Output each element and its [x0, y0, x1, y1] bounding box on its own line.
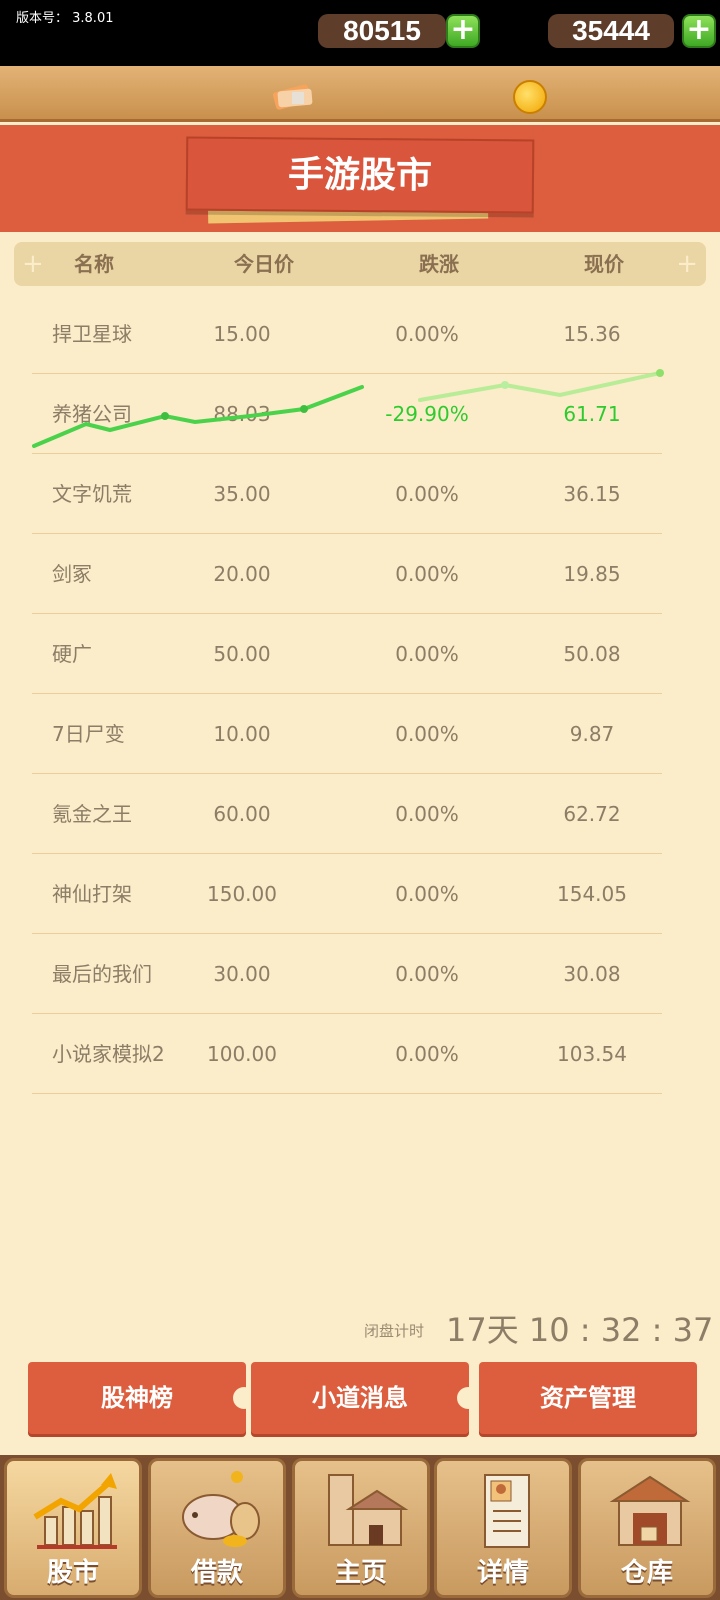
price-change: 0.00% [395, 722, 459, 746]
coin-icon [513, 80, 547, 114]
stock-name: 硬广 [52, 642, 92, 666]
stock-name: 剑冢 [52, 562, 92, 586]
home-icon [328, 1474, 409, 1546]
today-price: 100.00 [207, 1042, 277, 1066]
stock-name: 神仙打架 [52, 882, 132, 906]
current-price: 9.87 [569, 722, 615, 746]
warehouse-icon [609, 1475, 691, 1546]
nav-stock-label: 股市 [46, 1558, 99, 1588]
nav-warehouse[interactable]: 仓库 [578, 1458, 716, 1598]
column-header-change: 跌涨 [419, 252, 459, 276]
current-price: 154.05 [557, 882, 627, 906]
today-price: 10.00 [213, 722, 271, 746]
cash-icon [272, 84, 313, 110]
nav-details-label: 详情 [476, 1558, 529, 1588]
current-price: 62.72 [563, 802, 621, 826]
asset-management-button[interactable]: 资产管理 [479, 1362, 697, 1434]
today-price: 50.00 [213, 642, 271, 666]
plus-decoration-icon: + [676, 249, 698, 279]
column-header-name: 名称 [74, 252, 114, 276]
button-connector [457, 1387, 479, 1409]
add-coin-button[interactable]: + [682, 14, 716, 48]
price-change: 0.00% [395, 322, 459, 346]
stock-row[interactable]: 最后的我们 30.00 0.00% 30.08 [32, 934, 662, 1014]
nav-details[interactable]: 详情 [434, 1458, 572, 1598]
current-price: 19.85 [563, 562, 621, 586]
piggy-bank-icon [182, 1471, 260, 1547]
stock-name: 文字饥荒 [52, 482, 132, 506]
price-change: 0.00% [395, 642, 459, 666]
stock-row[interactable]: 捍卫星球 15.00 0.00% 15.36 [32, 294, 662, 374]
add-cash-button[interactable]: + [446, 14, 480, 48]
rumor-news-button[interactable]: 小道消息 [251, 1362, 469, 1434]
price-change: -29.90% [385, 402, 469, 426]
nav-loan-label: 借款 [190, 1558, 243, 1588]
stock-ranking-button[interactable]: 股神榜 [28, 1362, 246, 1434]
stock-row[interactable]: 文字饥荒 35.00 0.00% 36.15 [32, 454, 662, 534]
countdown-timer: 17天 10 : 32 : 37 [446, 1311, 714, 1349]
table-header: + 名称 今日价 跌涨 现价 + [14, 242, 706, 286]
today-price: 20.00 [213, 562, 271, 586]
today-price: 88.03 [213, 402, 271, 426]
profile-document-icon [484, 1474, 530, 1548]
price-change: 0.00% [395, 802, 459, 826]
current-price: 61.71 [563, 402, 621, 426]
column-header-current: 现价 [584, 252, 624, 276]
stock-chart-icon [33, 1473, 117, 1549]
page-title: 手游股市 [185, 136, 535, 214]
today-price: 35.00 [213, 482, 271, 506]
stock-name: 小说家模拟2 [52, 1042, 165, 1066]
nav-stock[interactable]: 股市 [4, 1458, 142, 1598]
stock-name: 最后的我们 [52, 962, 152, 986]
price-change: 0.00% [395, 882, 459, 906]
nav-warehouse-label: 仓库 [620, 1558, 673, 1588]
today-price: 30.00 [213, 962, 271, 986]
countdown-label: 闭盘计时 [364, 1322, 425, 1340]
price-change: 0.00% [395, 482, 459, 506]
stock-row[interactable]: 神仙打架 150.00 0.00% 154.05 [32, 854, 662, 934]
stock-name: 7日尸变 [52, 722, 125, 746]
coin-amount: 35444 [548, 14, 674, 48]
stock-name: 捍卫星球 [52, 322, 132, 346]
nav-home-label: 主页 [334, 1558, 387, 1588]
price-change: 0.00% [395, 1042, 459, 1066]
current-price: 15.36 [563, 322, 621, 346]
stock-row[interactable]: 7日尸变 10.00 0.00% 9.87 [32, 694, 662, 774]
current-price: 30.08 [563, 962, 621, 986]
current-price: 36.15 [563, 482, 621, 506]
nav-loan[interactable]: 借款 [148, 1458, 286, 1598]
stock-row[interactable]: 小说家模拟2 100.00 0.00% 103.54 [32, 1014, 662, 1094]
stock-row[interactable]: 养猪公司 88.03 -29.90% 61.71 [32, 374, 662, 454]
today-price: 150.00 [207, 882, 277, 906]
stock-row[interactable]: 硬广 50.00 0.00% 50.08 [32, 614, 662, 694]
stock-row[interactable]: 剑冢 20.00 0.00% 19.85 [32, 534, 662, 614]
stock-row[interactable]: 氪金之王 60.00 0.00% 62.72 [32, 774, 662, 854]
nav-home[interactable]: 主页 [292, 1458, 430, 1598]
price-change: 0.00% [395, 962, 459, 986]
today-price: 15.00 [213, 322, 271, 346]
plus-decoration-icon: + [22, 249, 44, 279]
stock-name: 养猪公司 [52, 402, 132, 426]
stock-name: 氪金之王 [52, 802, 132, 826]
currency-bar [0, 66, 720, 122]
stock-list: 捍卫星球 15.00 0.00% 15.36 养猪公司 88.03 -29.90… [32, 294, 662, 1094]
current-price: 50.08 [563, 642, 621, 666]
today-price: 60.00 [213, 802, 271, 826]
column-header-today: 今日价 [234, 252, 294, 276]
current-price: 103.54 [557, 1042, 627, 1066]
cash-amount: 80515 [318, 14, 446, 48]
version-label: 版本号： 3.8.01 [16, 11, 114, 26]
price-change: 0.00% [395, 562, 459, 586]
